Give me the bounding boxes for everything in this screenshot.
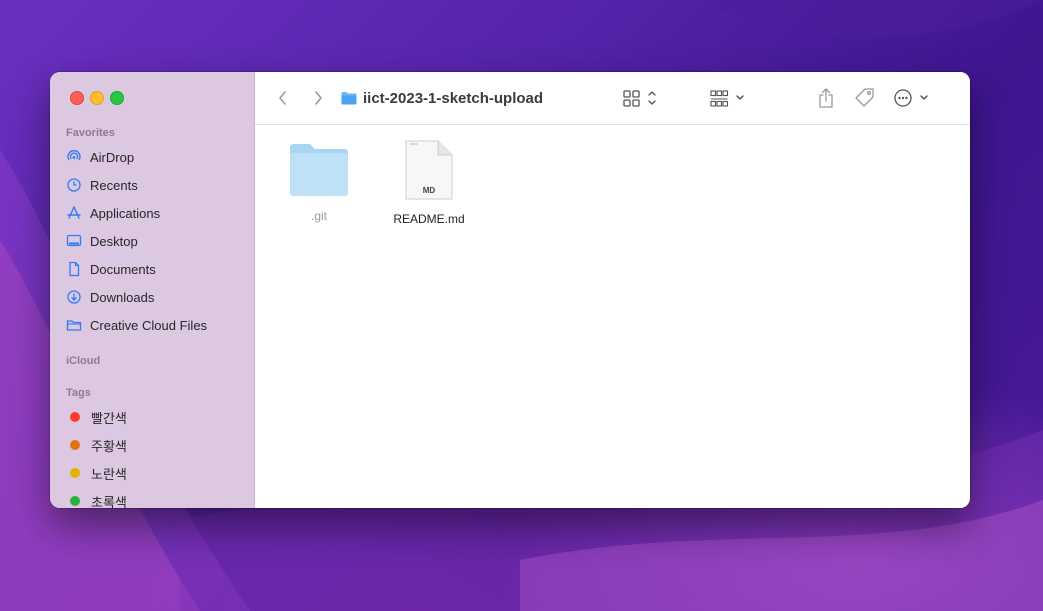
minimize-window-button[interactable] [90,91,104,105]
folder-icon [290,144,348,196]
sidebar-item-desktop[interactable]: Desktop [66,229,246,253]
sidebar-item-downloads[interactable]: Downloads [66,285,246,309]
sidebar-item-label: Desktop [90,233,138,249]
share-icon [819,88,833,108]
sidebar-item-label: 주황색 [91,438,127,454]
download-icon [66,289,82,305]
document-icon [66,261,82,277]
sidebar-item-creative-cloud-files[interactable]: Creative Cloud Files [66,313,246,337]
ellipsis-circle-icon [894,89,928,107]
file-item-git-folder[interactable]: .git [269,142,369,223]
sidebar-item-label: Creative Cloud Files [90,317,208,333]
desktop-background: Favorites AirDrop Recents Applications D… [0,0,1043,611]
sidebar-tag-yellow[interactable]: 노란색 [66,461,246,485]
chevron-right-icon [315,91,322,105]
desktop-icon [66,233,82,249]
tag-color-dot [70,440,80,450]
tag-color-dot [70,468,80,478]
main-content: iict-2023-1-sketch-upload .git MD README… [255,72,970,508]
share-button[interactable] [815,86,837,110]
window-title-text: iict-2023-1-sketch-upload [363,89,544,107]
sidebar-item-documents[interactable]: Documents [66,257,246,281]
sidebar-item-label: Downloads [90,289,155,305]
icloud-section-title[interactable]: iCloud [66,355,100,367]
forward-button[interactable] [308,88,328,108]
file-name: .git [310,209,327,223]
applications-icon [66,205,82,221]
sidebar-item-label: Applications [90,205,161,221]
sidebar-tag-green[interactable]: 초록색 [66,489,246,508]
sidebar-tag-orange[interactable]: 주황색 [66,433,246,457]
sidebar-item-label: 빨간색 [91,410,127,426]
more-actions-button[interactable] [892,87,932,109]
sidebar-tag-red[interactable]: 빨간색 [66,405,246,429]
sidebar-item-label: Recents [90,177,138,193]
airdrop-icon [66,149,82,165]
sidebar-item-applications[interactable]: Applications [66,201,246,225]
tags-section-title[interactable]: Tags [66,387,91,399]
sidebar-item-label: 초록색 [91,494,127,509]
close-window-button[interactable] [70,91,84,105]
folder-icon [341,91,357,105]
file-item-readme[interactable]: MD README.md [379,139,479,226]
markdown-file-icon: MD [405,140,453,200]
favorites-section-title: Favorites [66,127,115,139]
sidebar-item-airdrop[interactable]: AirDrop [66,145,246,169]
sidebar-item-label: Documents [90,261,156,277]
tags-button[interactable] [853,86,877,110]
back-button[interactable] [273,88,293,108]
sidebar-item-recents[interactable]: Recents [66,173,246,197]
sidebar-item-label: AirDrop [90,149,135,165]
chevron-left-icon [279,91,286,105]
sidebar-item-label: 노란색 [91,466,127,482]
folder-icon [66,317,82,333]
tag-color-dot [70,496,80,506]
finder-window: Favorites AirDrop Recents Applications D… [50,72,970,508]
tag-icon [855,88,874,107]
file-badge-text: MD [423,186,436,195]
view-mode-button[interactable] [619,87,659,109]
sidebar: Favorites AirDrop Recents Applications D… [50,72,255,508]
toolbar: iict-2023-1-sketch-upload [255,72,970,125]
maximize-window-button[interactable] [110,91,124,105]
grid-view-icon [623,90,656,107]
group-icon [710,90,744,107]
tag-color-dot [70,412,80,422]
file-name: README.md [393,212,465,226]
clock-icon [66,177,82,193]
window-title: iict-2023-1-sketch-upload [341,88,543,108]
group-by-button[interactable] [709,87,749,109]
